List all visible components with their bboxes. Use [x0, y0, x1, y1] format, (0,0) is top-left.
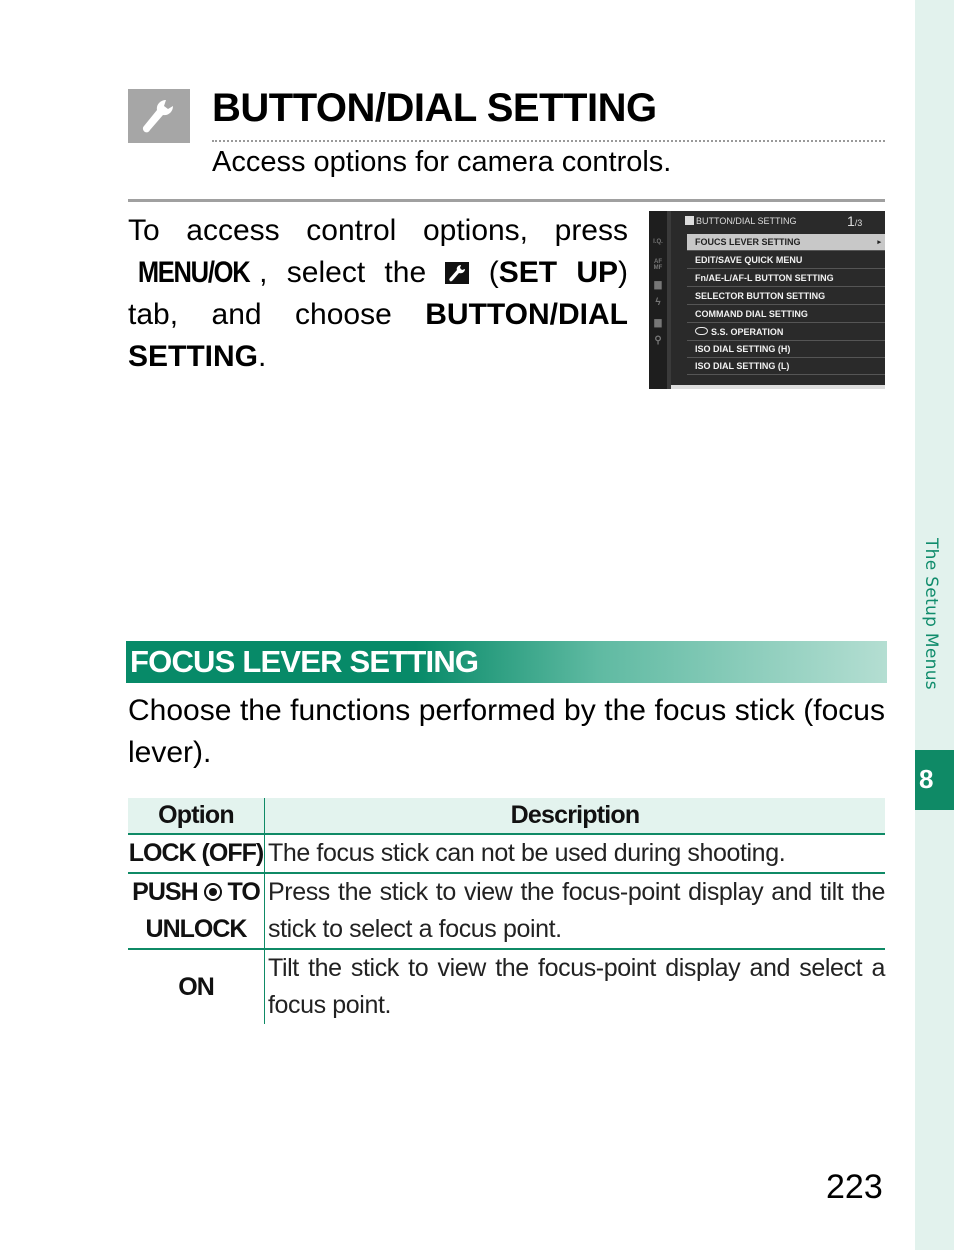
option-name: ON	[128, 949, 265, 1024]
option-description: The focus stick can not be used during s…	[264, 834, 885, 874]
column-header-option: Option	[128, 798, 265, 835]
camera-menu-item[interactable]: SELECTOR BUTTON SETTING	[687, 288, 885, 305]
section-description: Choose the functions performed by the fo…	[128, 694, 885, 769]
camera-menu-page: 1/3	[847, 213, 862, 229]
page-number: 223	[826, 1168, 883, 1206]
camera-menu-header: BUTTON/DIAL SETTING	[685, 216, 797, 226]
intro-paragraph: To access control options, press MENU/OK…	[128, 210, 628, 378]
title-divider	[212, 140, 885, 142]
option-description: Tilt the stick to view the focus-point d…	[268, 954, 885, 1019]
camera-menu-item-label: EDIT/SAVE QUICK MENU	[695, 255, 803, 265]
focus-stick-icon	[203, 883, 222, 901]
column-header-description: Description	[264, 798, 885, 835]
rail-divider	[667, 211, 671, 389]
camera-menu-item-label: ISO DIAL SETTING (H)	[695, 344, 791, 354]
header-rule	[128, 199, 885, 202]
camera-menu-item[interactable]: EDIT/SAVE QUICK MENU	[687, 252, 885, 269]
wrench-icon	[128, 89, 190, 143]
camera-menu-item[interactable]: Fn/AE-L/AF-L BUTTON SETTING	[687, 270, 885, 287]
page-title: BUTTON/DIAL SETTING	[212, 86, 657, 130]
intro-text: (	[469, 256, 499, 289]
options-table: Option Description LOCK (OFF) The focus …	[128, 798, 885, 1024]
camera-menu-screenshot: I.Q. AF MF ▆ ϟ ▆ ⚲ BUTTON/DIAL SETTING 1…	[649, 211, 885, 389]
chapter-number: 8	[919, 764, 934, 794]
camera-menu-item-label: ISO DIAL SETTING (L)	[695, 361, 790, 371]
camera-menu-item[interactable]: ISO DIAL SETTING (L)	[687, 358, 885, 375]
table-row: PUSH TO UNLOCK Press the stick to view t…	[128, 873, 885, 950]
camera-menu-item-label: S.S. OPERATION	[711, 327, 784, 337]
option-name: LOCK (OFF)	[128, 834, 265, 874]
chapter-label: The Setup Menus	[921, 538, 941, 690]
option-description: Press the stick to view the focus-point …	[264, 873, 885, 950]
camera-menu-item-label: FOUCS LEVER SETTING	[695, 237, 801, 247]
wrench-icon	[685, 216, 694, 225]
camera-menu-item-label: SELECTOR BUTTON SETTING	[695, 291, 826, 301]
page-total: /3	[854, 218, 863, 228]
dial-icon	[695, 327, 708, 335]
chevron-right-icon: ▸	[877, 239, 881, 246]
section-title: FOCUS LEVER SETTING	[130, 644, 479, 679]
camera-menu-item[interactable]: ISO DIAL SETTING (H)	[687, 341, 885, 358]
flash-tab-icon: ϟ	[655, 297, 661, 308]
camera-screen-bottom-edge	[671, 385, 885, 389]
camera-menu-item[interactable]: FOUCS LEVER SETTING ▸	[687, 234, 885, 251]
movie-tab-icon: ▆	[654, 317, 662, 327]
wrench-icon	[445, 262, 470, 284]
tab-name: SET UP	[498, 256, 619, 289]
page-subtitle: Access options for camera controls.	[212, 146, 672, 178]
intro-text: To access control options, press	[128, 214, 628, 247]
camera-menu-item[interactable]: S.S. OPERATION	[687, 324, 885, 341]
camera-menu-item-label: COMMAND DIAL SETTING	[695, 309, 808, 319]
camera-tab-icon: ▆	[654, 279, 662, 289]
section-heading-bar: FOCUS LEVER SETTING	[126, 641, 887, 683]
menu-ok-button-label: MENU/OK	[137, 256, 251, 289]
option-name-part: PUSH	[132, 878, 198, 906]
page-current: 1	[847, 213, 855, 229]
option-name: PUSH TO UNLOCK	[128, 873, 265, 950]
af-mf-tab-icon: AF MF	[653, 259, 663, 271]
iq-tab-icon: I.Q.	[653, 239, 663, 245]
table-header-row: Option Description	[128, 798, 885, 835]
camera-menu-title: BUTTON/DIAL SETTING	[696, 216, 797, 226]
wrench-tab-icon: ⚲	[654, 335, 662, 346]
intro-text: .	[258, 340, 267, 373]
table-row: LOCK (OFF) The focus stick can not be us…	[128, 834, 885, 874]
camera-menu-item-label: Fn/AE-L/AF-L BUTTON SETTING	[695, 273, 834, 283]
chapter-number-tab[interactable]: 8	[915, 750, 954, 810]
camera-menu-item[interactable]: COMMAND DIAL SETTING	[687, 306, 885, 323]
table-row: ON Tilt the stick to view the focus-poin…	[128, 949, 885, 1024]
intro-text: , select the	[259, 256, 446, 289]
